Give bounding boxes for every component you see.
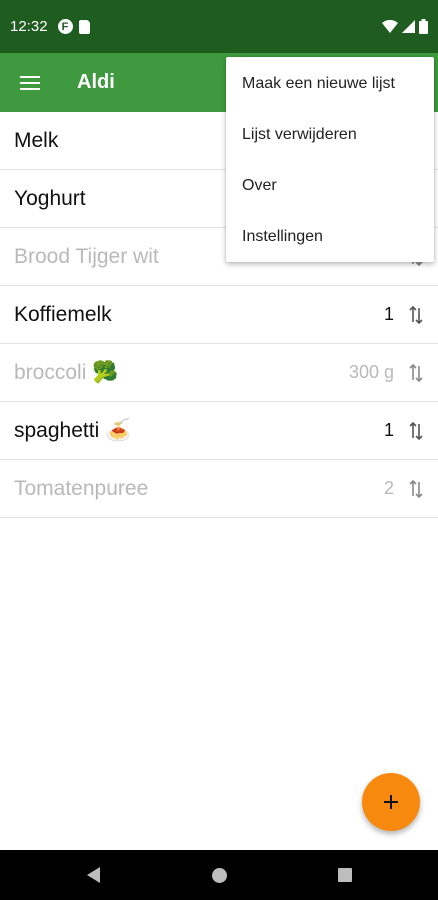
item-name: spaghetti 🍝 xyxy=(14,418,132,442)
reorder-icon[interactable] xyxy=(408,362,424,384)
back-icon xyxy=(86,867,100,883)
list-item[interactable]: Koffiemelk 1 xyxy=(0,286,438,344)
nav-back-button[interactable] xyxy=(30,850,156,900)
menu-item-settings[interactable]: Instellingen xyxy=(226,211,434,262)
plus-icon xyxy=(384,795,398,809)
overflow-menu: Maak een nieuwe lijst Lijst verwijderen … xyxy=(226,57,434,262)
list-item[interactable]: spaghetti 🍝 1 xyxy=(0,402,438,460)
nav-home-button[interactable] xyxy=(156,850,282,900)
item-quantity: 1 xyxy=(383,420,394,440)
system-nav-bar xyxy=(0,850,438,900)
signal-icon xyxy=(402,20,415,33)
sd-card-icon xyxy=(78,19,90,34)
list-item[interactable]: broccoli 🥦 300 g xyxy=(0,344,438,402)
item-name: broccoli 🥦 xyxy=(14,360,119,384)
reorder-icon[interactable] xyxy=(408,304,424,326)
f-app-icon: F xyxy=(57,19,73,34)
add-item-button[interactable] xyxy=(362,773,420,831)
menu-item-delete-list[interactable]: Lijst verwijderen xyxy=(226,109,434,160)
page-title: Aldi xyxy=(77,71,115,93)
item-quantity: 2 xyxy=(383,478,394,498)
menu-item-about[interactable]: Over xyxy=(226,160,434,211)
status-right-icons xyxy=(382,19,428,34)
nav-recents-button[interactable] xyxy=(282,850,408,900)
item-quantity: 300 g xyxy=(348,362,394,382)
list-item[interactable]: Tomatenpuree 2 xyxy=(0,460,438,518)
reorder-icon[interactable] xyxy=(408,420,424,442)
home-icon xyxy=(211,867,227,883)
reorder-icon[interactable] xyxy=(408,478,424,500)
navigation-drawer-button[interactable] xyxy=(0,53,60,112)
battery-icon xyxy=(419,19,428,34)
status-bar: 12:32 F xyxy=(0,0,438,53)
item-name: Tomatenpuree xyxy=(14,476,149,500)
hamburger-menu-icon xyxy=(20,75,40,90)
recents-icon xyxy=(338,868,352,882)
status-time: 12:32 xyxy=(10,18,48,35)
item-quantity: 1 xyxy=(383,304,394,324)
menu-item-new-list[interactable]: Maak een nieuwe lijst xyxy=(226,58,434,109)
item-name: Koffiemelk xyxy=(14,302,112,326)
wifi-icon xyxy=(382,20,398,33)
